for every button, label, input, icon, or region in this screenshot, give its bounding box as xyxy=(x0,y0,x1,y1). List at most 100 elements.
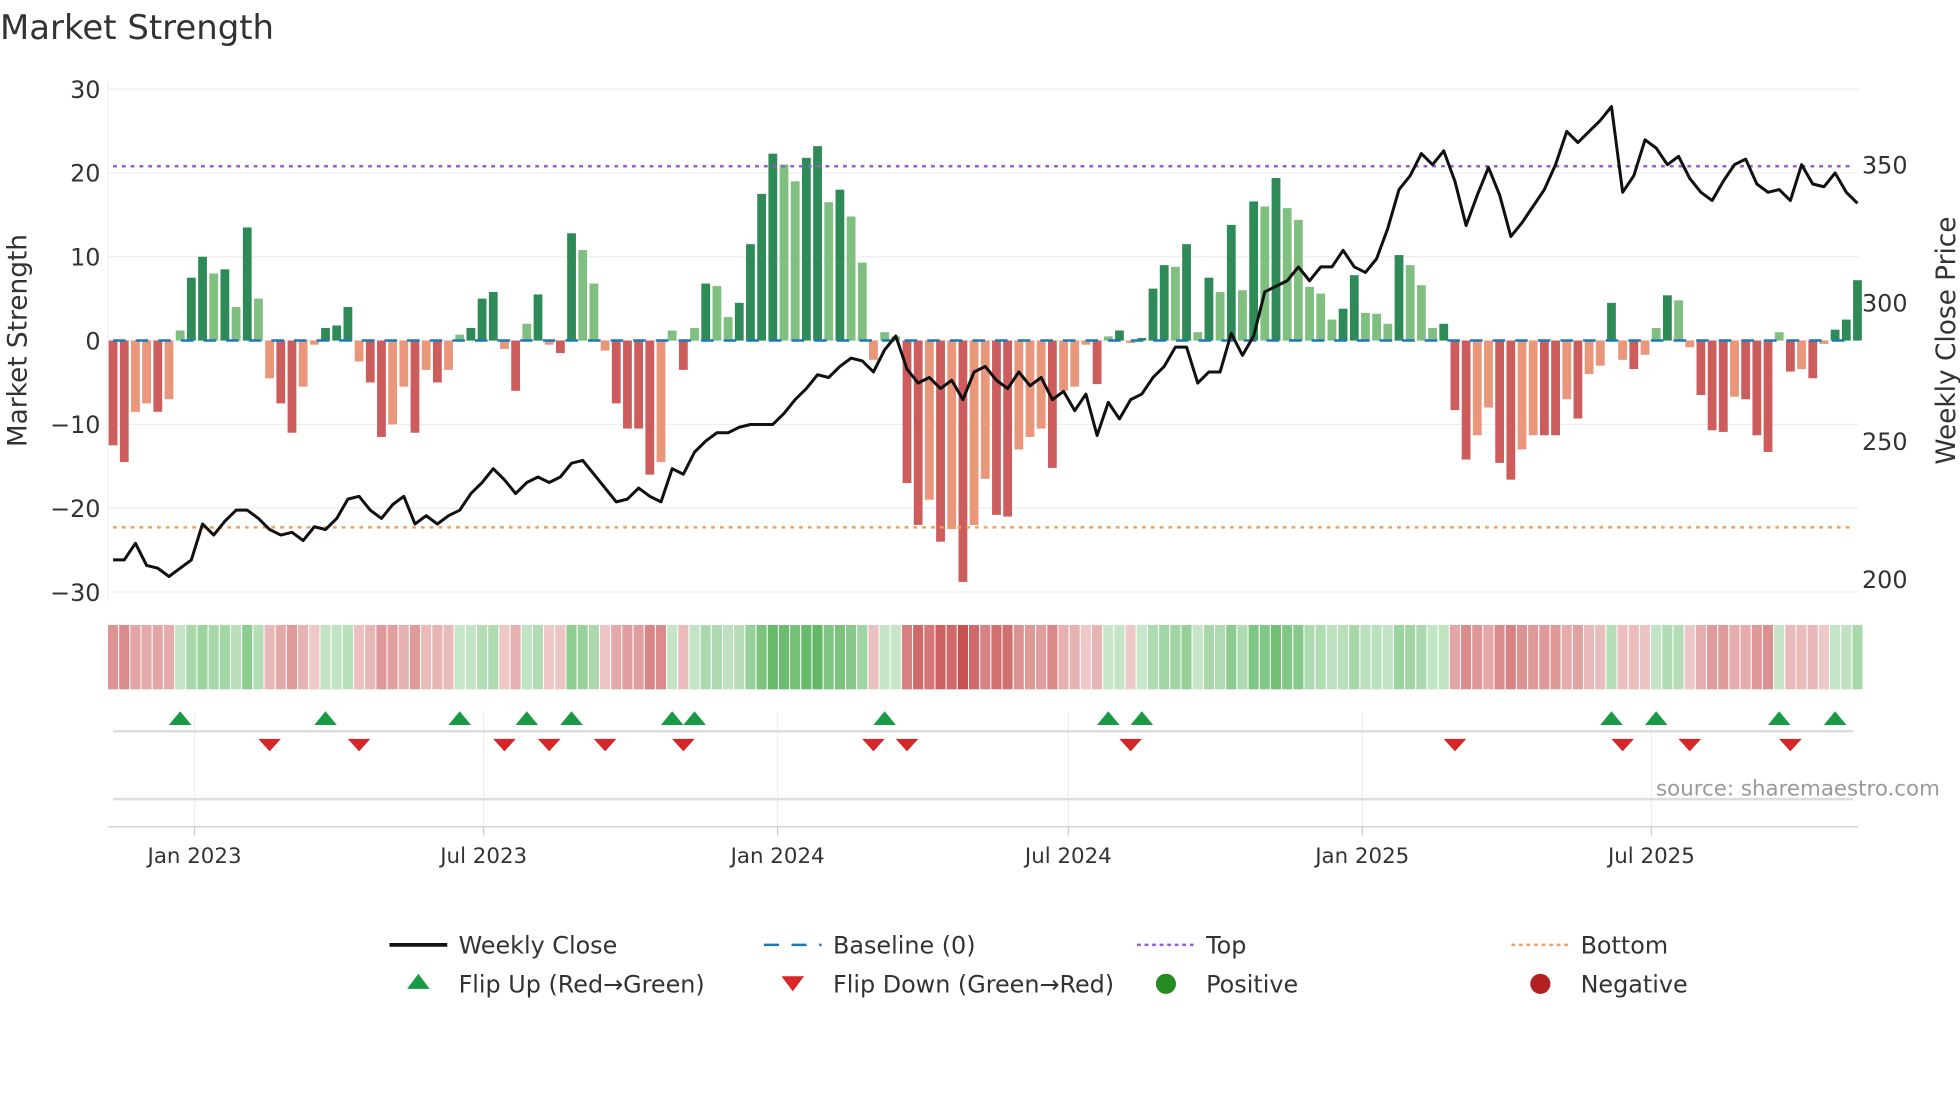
flip-up-marker xyxy=(1823,711,1847,726)
strength-bar xyxy=(1394,255,1404,341)
strength-bar xyxy=(175,330,185,341)
strip-cell xyxy=(1650,623,1663,691)
strip-cell xyxy=(867,623,880,691)
strength-bar xyxy=(1405,265,1415,341)
strength-bar xyxy=(500,340,509,349)
triangle-down-icon xyxy=(781,976,805,992)
market-strength-chart: Market Strength Market Strength Weekly C… xyxy=(0,8,1960,999)
strip-cell xyxy=(1191,623,1204,691)
strength-bar xyxy=(1539,340,1549,436)
strip-cell xyxy=(956,623,970,691)
legend-label: Bottom xyxy=(1581,932,1669,960)
strip-cell xyxy=(1325,623,1339,691)
strip-cell xyxy=(375,623,388,691)
legend-item-top: Top xyxy=(1137,932,1246,960)
flip-up-marker xyxy=(560,711,583,726)
legend-label: Flip Down (Green→Red) xyxy=(833,971,1114,999)
strength-bar xyxy=(388,340,398,425)
strength-bar xyxy=(1808,340,1818,379)
strength-bar xyxy=(399,340,409,387)
x-tick-label: Jul 2024 xyxy=(1023,844,1112,869)
strength-bar xyxy=(835,189,845,341)
strength-bar xyxy=(410,340,420,433)
strip-cell xyxy=(688,623,701,691)
strip-cell xyxy=(1493,623,1506,691)
strength-bar xyxy=(1025,340,1035,437)
strength-bar xyxy=(1551,340,1560,436)
strip-cell xyxy=(1392,623,1406,691)
strength-bar xyxy=(1215,291,1225,341)
x-tick-label: Jan 2024 xyxy=(729,844,825,869)
strip-cell xyxy=(341,623,354,691)
strip-cell xyxy=(1515,623,1529,691)
y-tick-label: 20 xyxy=(70,160,100,188)
strength-bar xyxy=(365,340,375,383)
strip-cell xyxy=(118,623,131,691)
strip-cell xyxy=(1046,623,1059,691)
strength-bar xyxy=(757,193,767,341)
strip-cell xyxy=(1214,623,1227,691)
strip-cell xyxy=(364,623,377,691)
strip-cell xyxy=(587,623,600,691)
strip-cell xyxy=(1706,623,1719,691)
strip-cell xyxy=(1773,623,1786,691)
legend-item-line: Weekly Close xyxy=(389,932,617,960)
strength-bar xyxy=(1226,224,1236,341)
strength-bar xyxy=(1115,330,1124,341)
flip-down-marker xyxy=(862,738,885,752)
strip-cell xyxy=(106,623,120,691)
strip-cell xyxy=(297,623,310,691)
source-note: source: sharemaestro.com xyxy=(1656,776,1940,801)
y-tick-label: 30 xyxy=(70,76,100,104)
strip-cell xyxy=(397,623,410,691)
strip-cell xyxy=(1471,623,1484,691)
strip-cell xyxy=(1180,623,1193,691)
strip-cell xyxy=(1337,623,1350,691)
strip-cell xyxy=(1829,623,1842,691)
strength-bar xyxy=(477,298,487,341)
strip-cell xyxy=(1381,623,1394,691)
strip-cell xyxy=(1102,623,1115,691)
strength-bar xyxy=(1696,340,1706,396)
strength-bar xyxy=(589,283,599,341)
circle-icon xyxy=(1530,973,1551,994)
strength-bar xyxy=(265,340,275,379)
strength-bar xyxy=(790,181,800,341)
strip-cell xyxy=(934,623,947,691)
strength-bar xyxy=(1372,313,1382,341)
strength-bar xyxy=(533,294,543,341)
strip-cell xyxy=(598,623,612,691)
strength-bar xyxy=(1282,208,1292,341)
strip-cell xyxy=(1348,623,1361,691)
strip-cell xyxy=(1717,623,1730,691)
legend-label: Baseline (0) xyxy=(833,932,976,960)
flip-down-marker xyxy=(1119,738,1142,752)
strip-cell xyxy=(610,623,623,691)
strip-cell xyxy=(453,623,466,691)
strip-cell xyxy=(844,623,858,691)
flip-up-marker xyxy=(683,711,706,726)
y-axis-label: Market Strength xyxy=(3,234,33,447)
legend-label: Weekly Close xyxy=(459,932,618,960)
strip-cell xyxy=(576,623,589,691)
strip-cell xyxy=(1616,623,1629,691)
strip-cell xyxy=(1806,623,1819,691)
strength-bar xyxy=(209,273,219,341)
strip-cell xyxy=(1370,623,1383,691)
strip-cell xyxy=(1225,623,1238,691)
strip-cell xyxy=(1146,623,1160,691)
strip-cell xyxy=(1135,623,1148,691)
strength-bar xyxy=(1573,340,1583,419)
strength-bar xyxy=(231,307,241,341)
strength-bar xyxy=(578,250,588,341)
strip-cell xyxy=(174,623,187,691)
strength-bar xyxy=(712,286,722,341)
strip-cell xyxy=(196,623,209,691)
strip-cell xyxy=(621,623,634,691)
flip-up-marker xyxy=(1767,711,1791,726)
strength-bar xyxy=(600,340,610,351)
strip-cell xyxy=(1538,623,1551,691)
strip-cell xyxy=(912,623,925,691)
strip-cell xyxy=(129,623,142,691)
strength-bar xyxy=(1595,340,1605,366)
